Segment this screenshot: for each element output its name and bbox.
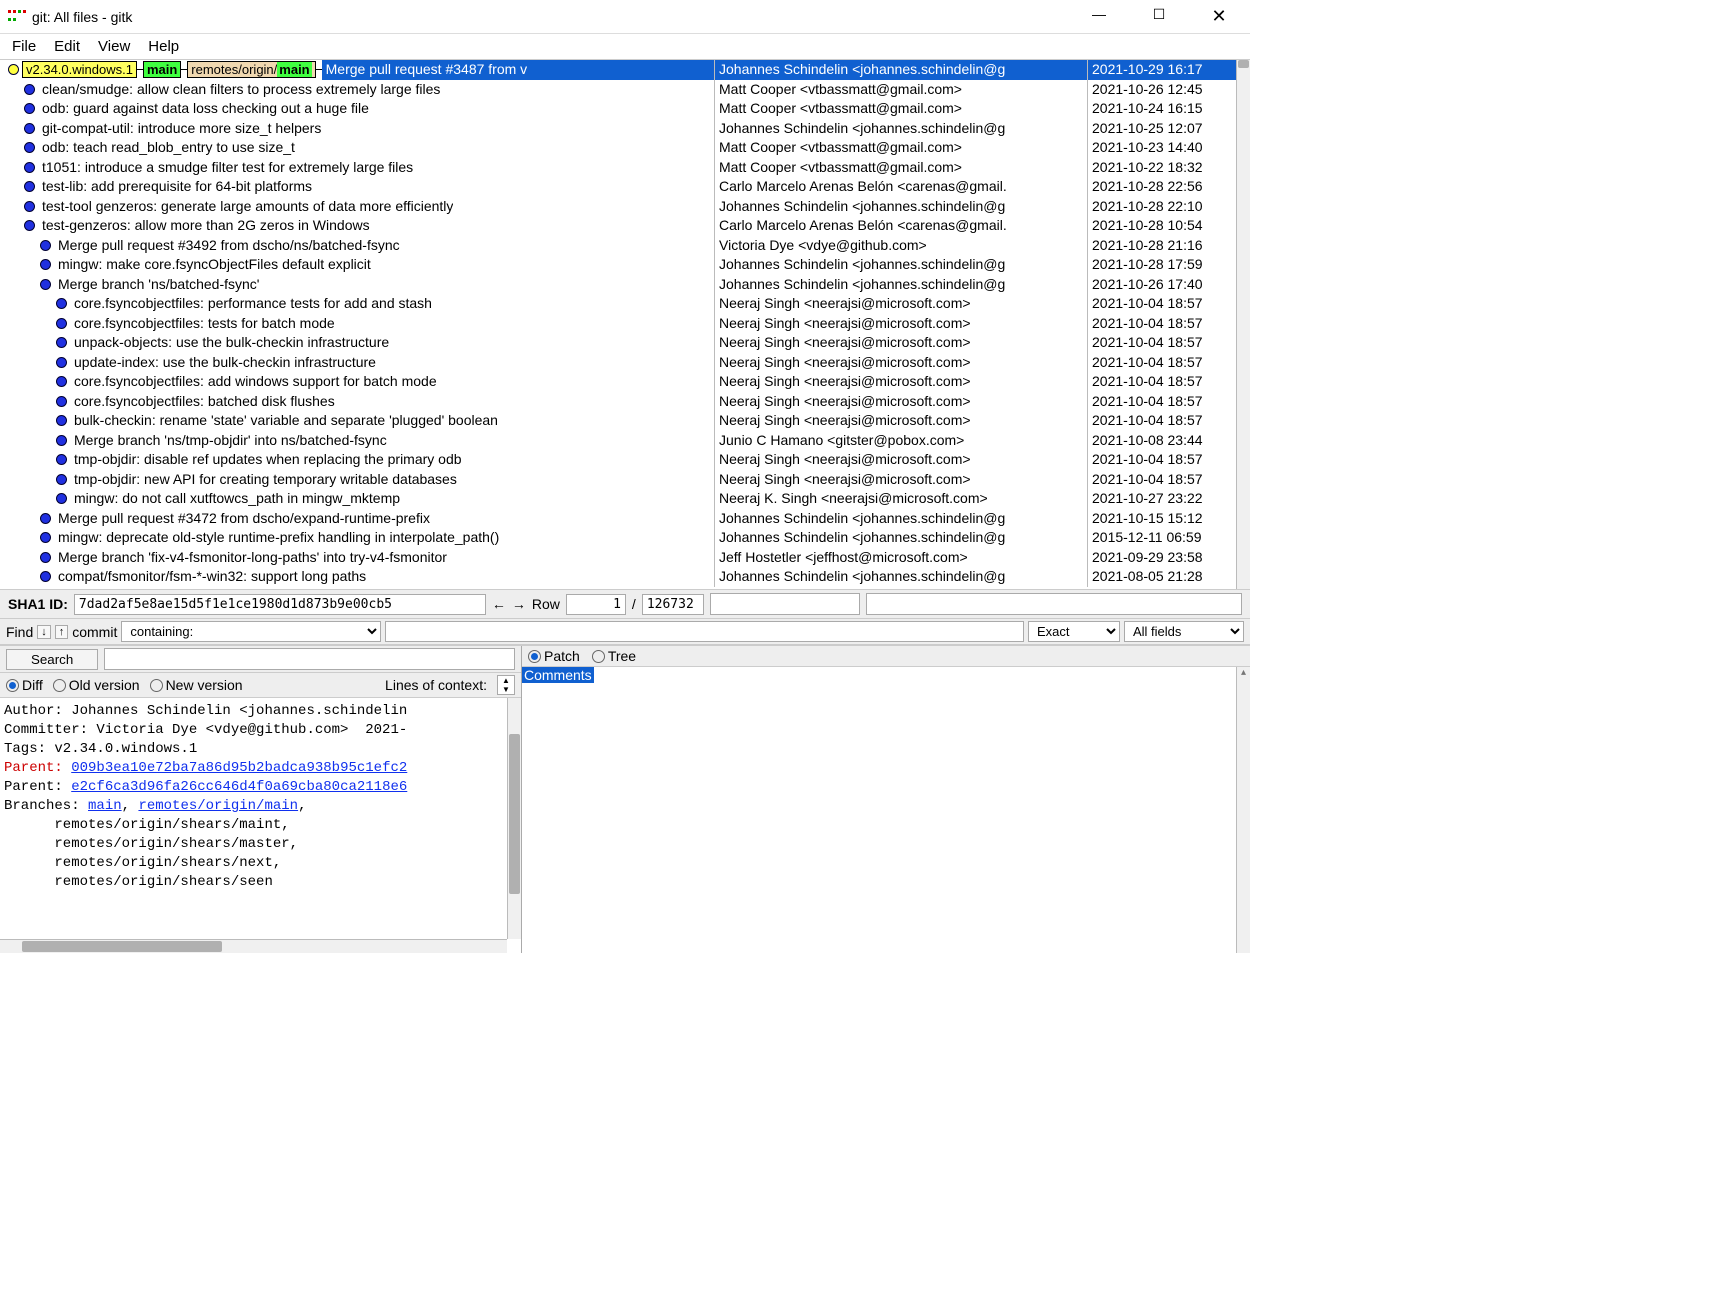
find-kind: commit bbox=[72, 624, 117, 640]
sha-label: SHA1 ID: bbox=[8, 596, 68, 612]
minimize-icon[interactable]: — bbox=[1084, 6, 1114, 27]
commit-row[interactable]: t1051: introduce a smudge filter test fo… bbox=[0, 158, 1236, 178]
commit-row[interactable]: git-compat-util: introduce more size_t h… bbox=[0, 119, 1236, 139]
file-list[interactable]: Comments ▴ bbox=[522, 667, 1250, 953]
app-icon bbox=[8, 10, 26, 24]
commit-row[interactable]: unpack-objects: use the bulk-checkin inf… bbox=[0, 333, 1236, 353]
file-pane: Patch Tree Comments ▴ bbox=[522, 646, 1250, 953]
row-label: Row bbox=[532, 596, 560, 612]
branch-main-link[interactable]: main bbox=[88, 798, 122, 814]
status-box bbox=[866, 593, 1242, 615]
find-mode-select[interactable]: containing: bbox=[121, 621, 381, 642]
find-up-icon[interactable]: ↑ bbox=[55, 625, 69, 639]
comments-item[interactable]: Comments bbox=[522, 667, 594, 683]
menu-edit[interactable]: Edit bbox=[54, 38, 80, 55]
search-button[interactable]: Search bbox=[6, 649, 98, 670]
commit-row[interactable]: clean/smudge: allow clean filters to pro… bbox=[0, 80, 1236, 100]
close-icon[interactable]: ✕ bbox=[1204, 6, 1234, 27]
find-label: Find bbox=[6, 624, 33, 640]
commit-row[interactable]: tmp-objdir: new API for creating tempora… bbox=[0, 470, 1236, 490]
parent1-link[interactable]: 009b3ea10e72ba7a86d95b2badca938b95c1efc2 bbox=[71, 760, 407, 776]
sha-bar: SHA1 ID: ← → Row / bbox=[0, 590, 1250, 619]
find-fields-select[interactable]: All fields bbox=[1124, 621, 1244, 642]
menu-view[interactable]: View bbox=[98, 38, 130, 55]
row-current-input[interactable] bbox=[566, 594, 626, 615]
commit-row[interactable]: core.fsyncobjectfiles: add windows suppo… bbox=[0, 372, 1236, 392]
nav-prev-icon[interactable]: ← bbox=[492, 596, 506, 612]
commit-detail[interactable]: Author: Johannes Schindelin <johannes.sc… bbox=[0, 698, 521, 953]
detail-scrollbar-v[interactable] bbox=[507, 698, 521, 939]
commit-row[interactable]: Merge branch 'ns/batched-fsync'Johannes … bbox=[0, 275, 1236, 295]
sha-input[interactable] bbox=[74, 594, 486, 615]
detail-scrollbar-h[interactable] bbox=[0, 939, 507, 953]
progress-box bbox=[710, 593, 860, 615]
commit-row[interactable]: Merge pull request #3492 from dscho/ns/b… bbox=[0, 236, 1236, 256]
find-exact-select[interactable]: Exact bbox=[1028, 621, 1120, 642]
find-input[interactable] bbox=[385, 621, 1024, 642]
loc-label: Lines of context: bbox=[385, 677, 487, 693]
radio-old[interactable]: Old version bbox=[53, 677, 140, 693]
radio-diff[interactable]: Diff bbox=[6, 677, 43, 693]
detail-pane: Search Diff Old version New version Line… bbox=[0, 646, 522, 953]
commit-row[interactable]: test-tool genzeros: generate large amoun… bbox=[0, 197, 1236, 217]
commit-row[interactable]: core.fsyncobjectfiles: performance tests… bbox=[0, 294, 1236, 314]
commit-row[interactable]: v2.34.0.windows.1mainremotes/origin/main… bbox=[0, 60, 1236, 80]
find-bar: Find ↓ ↑ commit containing: Exact All fi… bbox=[0, 619, 1250, 645]
commit-row[interactable]: tmp-objdir: disable ref updates when rep… bbox=[0, 450, 1236, 470]
commit-row[interactable]: odb: guard against data loss checking ou… bbox=[0, 99, 1236, 119]
file-scrollbar[interactable]: ▴ bbox=[1236, 667, 1250, 953]
titlebar: git: All files - gitk — ☐ ✕ bbox=[0, 0, 1250, 34]
find-down-icon[interactable]: ↓ bbox=[37, 625, 51, 639]
menubar: File Edit View Help bbox=[0, 34, 1250, 59]
window-title: git: All files - gitk bbox=[32, 9, 132, 25]
radio-patch[interactable]: Patch bbox=[528, 648, 580, 664]
commit-row[interactable]: Merge branch 'fix-v4-fsmonitor-long-path… bbox=[0, 548, 1236, 568]
commit-row[interactable]: test-lib: add prerequisite for 64-bit pl… bbox=[0, 177, 1236, 197]
parent2-link[interactable]: e2cf6ca3d96fa26cc646d4f0a69cba80ca2118e6 bbox=[71, 779, 407, 795]
commit-row[interactable]: Merge branch 'ns/tmp-objdir' into ns/bat… bbox=[0, 431, 1236, 451]
commit-row[interactable]: odb: teach read_blob_entry to use size_t… bbox=[0, 138, 1236, 158]
commit-row[interactable]: bulk-checkin: rename 'state' variable an… bbox=[0, 411, 1236, 431]
commit-row[interactable]: core.fsyncobjectfiles: batched disk flus… bbox=[0, 392, 1236, 412]
commit-row[interactable]: Merge pull request #3472 from dscho/expa… bbox=[0, 509, 1236, 529]
commit-row[interactable]: core.fsyncobjectfiles: tests for batch m… bbox=[0, 314, 1236, 334]
commit-row[interactable]: mingw: make core.fsyncObjectFiles defaul… bbox=[0, 255, 1236, 275]
commit-row[interactable]: update-index: use the bulk-checkin infra… bbox=[0, 353, 1236, 373]
commit-history[interactable]: v2.34.0.windows.1mainremotes/origin/main… bbox=[0, 59, 1250, 590]
branch-remote-link[interactable]: remotes/origin/main bbox=[138, 798, 298, 814]
commit-row[interactable]: mingw: do not call xutftowcs_path in min… bbox=[0, 489, 1236, 509]
nav-next-icon[interactable]: → bbox=[512, 596, 526, 612]
search-input[interactable] bbox=[104, 648, 515, 670]
menu-file[interactable]: File bbox=[12, 38, 36, 55]
radio-tree[interactable]: Tree bbox=[592, 648, 636, 664]
commit-row[interactable]: mingw: deprecate old-style runtime-prefi… bbox=[0, 528, 1236, 548]
menu-help[interactable]: Help bbox=[148, 38, 179, 55]
radio-new[interactable]: New version bbox=[150, 677, 243, 693]
maximize-icon[interactable]: ☐ bbox=[1144, 6, 1174, 27]
commit-row[interactable]: test-genzeros: allow more than 2G zeros … bbox=[0, 216, 1236, 236]
history-scrollbar[interactable] bbox=[1236, 60, 1250, 589]
loc-spinner[interactable]: ▲▼ bbox=[497, 675, 515, 695]
row-total bbox=[642, 594, 704, 615]
commit-row[interactable]: compat/fsmonitor/fsm-*-win32: support lo… bbox=[0, 567, 1236, 587]
lower-panes: Search Diff Old version New version Line… bbox=[0, 645, 1250, 953]
